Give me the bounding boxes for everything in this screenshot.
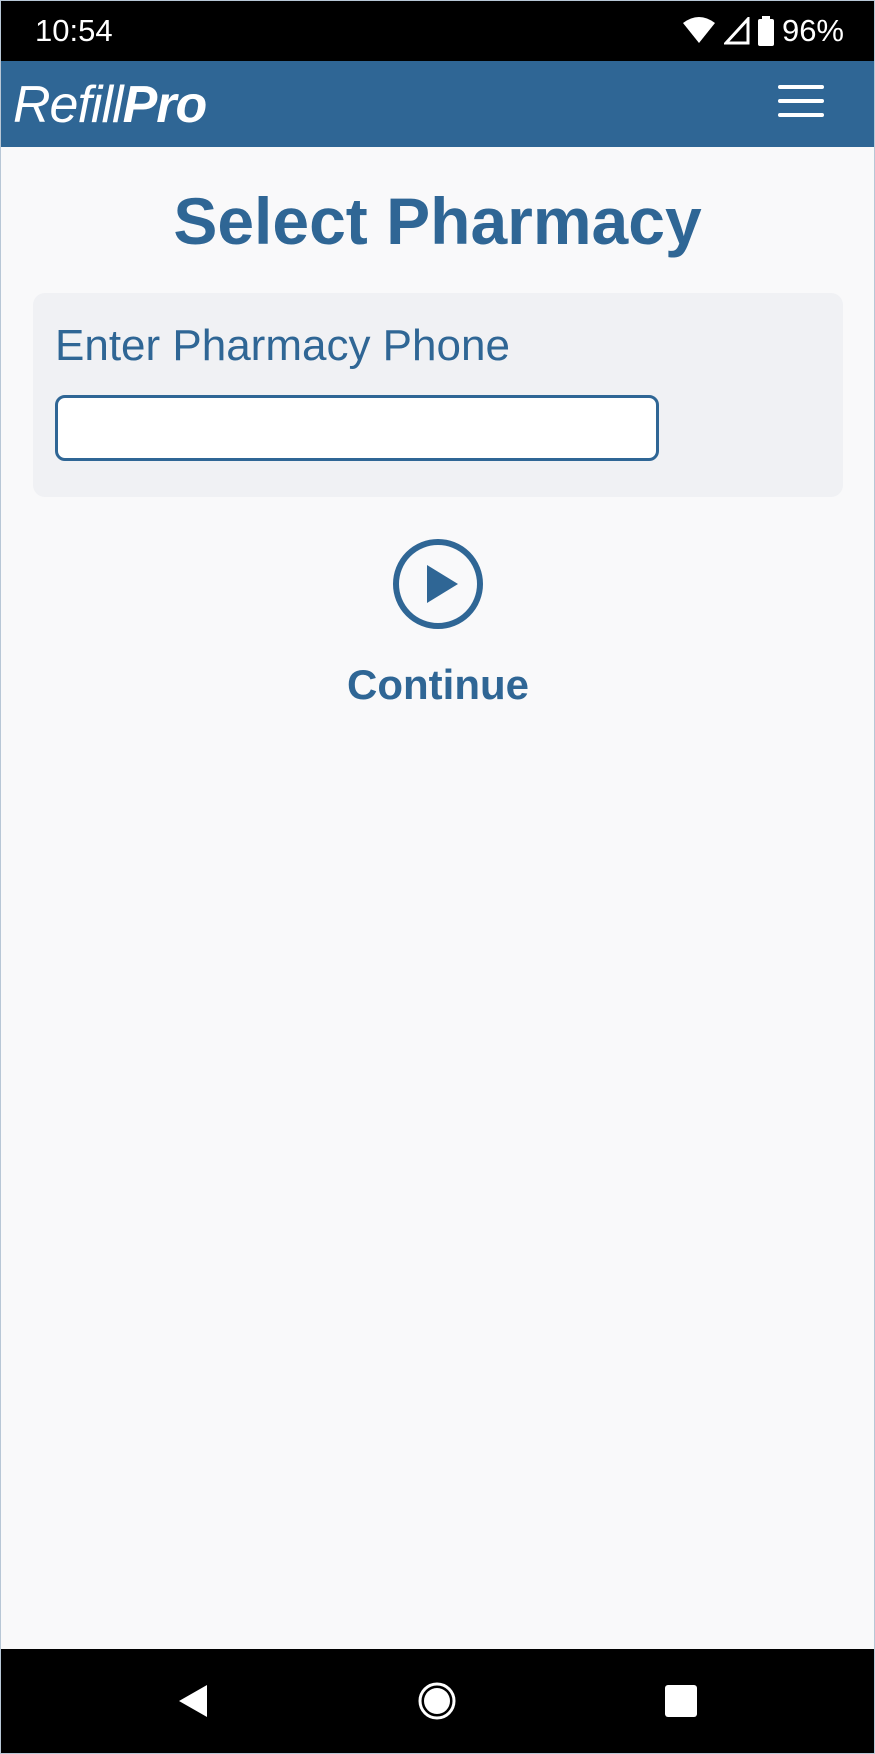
continue-button[interactable]: Continue [301,537,575,709]
hamburger-menu-icon[interactable] [778,85,824,121]
wifi-icon [682,17,715,43]
phone-entry-panel: Enter Pharmacy Phone [33,293,843,497]
logo-text-pro: Pro [122,76,208,134]
system-nav-bar [1,1649,874,1753]
phone-screen: 10:54 96% RefillPro Select Pharmacy Ente… [0,0,875,1754]
continue-label[interactable]: Continue [301,661,575,709]
battery-icon [757,16,774,46]
battery-percent: 96% [781,13,844,48]
phone-field-label: Enter Pharmacy Phone [55,321,510,370]
play-circle-icon[interactable] [391,537,485,631]
page-title: Select Pharmacy [173,184,702,258]
recents-icon[interactable] [661,1681,701,1721]
app-logo: RefillPro [13,75,208,135]
status-time: 10:54 [35,13,113,48]
back-icon[interactable] [175,1681,215,1721]
status-bar: 10:54 96% [1,1,874,61]
signal-icon [723,17,750,45]
home-icon[interactable] [417,1681,457,1721]
status-icons: 96% [682,13,844,48]
logo-text-refill: Refill [13,76,124,134]
pharmacy-phone-input[interactable] [55,395,659,461]
app-header: RefillPro [1,61,874,147]
